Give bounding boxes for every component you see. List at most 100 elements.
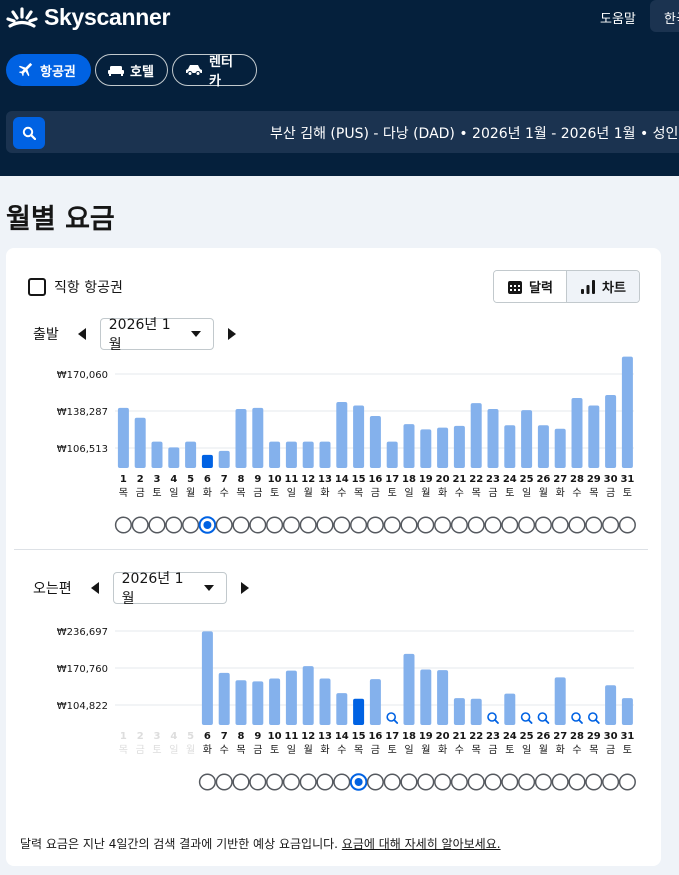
price-bar[interactable] <box>319 441 331 468</box>
outbound-month-select[interactable]: 2026년 1월 <box>99 317 214 353</box>
price-bar[interactable] <box>571 397 583 468</box>
price-bar[interactable] <box>369 679 381 725</box>
price-bar[interactable] <box>168 447 180 468</box>
price-bar[interactable] <box>554 677 566 725</box>
search-price-icon[interactable] <box>386 712 399 724</box>
price-bar[interactable] <box>117 407 129 468</box>
price-bar[interactable] <box>353 698 365 725</box>
day-radio[interactable] <box>232 773 250 791</box>
price-bar[interactable] <box>134 417 146 468</box>
day-radio[interactable] <box>417 773 435 791</box>
price-bar[interactable] <box>621 356 633 468</box>
chart-view-button[interactable]: 차트 <box>566 271 639 302</box>
day-radio[interactable] <box>602 773 620 791</box>
price-bar[interactable] <box>336 693 348 725</box>
price-bar[interactable] <box>252 681 264 725</box>
return-next-month-icon[interactable] <box>240 582 249 594</box>
price-bar[interactable] <box>453 425 465 468</box>
day-radio[interactable] <box>165 516 183 534</box>
day-radio[interactable] <box>383 773 401 791</box>
direct-flights-checkbox[interactable] <box>28 278 46 296</box>
day-radio[interactable] <box>585 773 603 791</box>
return-prev-month-icon[interactable] <box>90 582 99 594</box>
day-radio[interactable] <box>333 516 351 534</box>
day-radio[interactable] <box>467 516 485 534</box>
search-summary-bar[interactable]: 부산 김해 (PUS) - 다낭 (DAD) • 2026년 1월 - 2026… <box>6 111 679 153</box>
price-bar[interactable] <box>201 631 213 725</box>
price-bar[interactable] <box>605 685 617 725</box>
price-bar[interactable] <box>252 407 264 468</box>
search-price-icon[interactable] <box>520 712 533 724</box>
price-bar[interactable] <box>537 425 549 468</box>
day-radio[interactable] <box>484 516 502 534</box>
price-bar[interactable] <box>403 653 415 725</box>
price-bar[interactable] <box>319 678 331 725</box>
calendar-view-button[interactable]: 달력 <box>494 271 566 302</box>
price-bar[interactable] <box>185 441 197 468</box>
search-price-icon[interactable] <box>487 712 499 724</box>
price-bar[interactable] <box>437 427 449 468</box>
day-radio[interactable] <box>249 773 267 791</box>
nav-hotels[interactable]: 호텔 <box>95 54 168 86</box>
price-bar[interactable] <box>336 402 348 468</box>
price-bar[interactable] <box>605 395 617 468</box>
day-radio[interactable] <box>148 516 166 534</box>
search-price-icon[interactable] <box>571 712 583 724</box>
day-radio[interactable] <box>215 773 233 791</box>
day-radio[interactable] <box>266 773 284 791</box>
search-button[interactable] <box>13 117 45 149</box>
fare-info-link[interactable]: 요금에 대해 자세히 알아보세요. <box>342 837 501 851</box>
day-radio[interactable] <box>299 773 317 791</box>
day-radio[interactable] <box>467 773 485 791</box>
search-price-icon[interactable] <box>587 712 600 724</box>
price-bar[interactable] <box>386 441 398 468</box>
outbound-prev-month-icon[interactable] <box>77 328 86 340</box>
day-radio[interactable] <box>350 516 368 534</box>
day-radio[interactable] <box>450 773 468 791</box>
day-radio[interactable] <box>316 773 334 791</box>
day-radio[interactable] <box>215 516 233 534</box>
price-bar[interactable] <box>235 680 247 725</box>
skyscanner-logo[interactable]: Skyscanner <box>6 2 170 32</box>
day-radio[interactable] <box>198 773 216 791</box>
day-radio[interactable] <box>366 516 384 534</box>
price-bar[interactable] <box>302 666 314 725</box>
day-radio[interactable] <box>618 773 636 791</box>
price-bar[interactable] <box>554 428 566 468</box>
nav-flights[interactable]: 항공권 <box>6 54 91 86</box>
day-radio[interactable] <box>131 516 149 534</box>
direct-flights-filter[interactable]: 직항 항공권 <box>28 277 123 297</box>
day-radio[interactable] <box>383 516 401 534</box>
price-bar[interactable] <box>218 672 230 725</box>
price-bar[interactable] <box>504 425 516 468</box>
day-radio[interactable] <box>249 516 267 534</box>
day-radio[interactable] <box>434 516 452 534</box>
price-bar[interactable] <box>403 424 415 468</box>
day-radio[interactable] <box>568 516 586 534</box>
price-bar[interactable] <box>470 698 482 725</box>
day-radio[interactable] <box>518 516 536 534</box>
day-radio[interactable] <box>400 516 418 534</box>
day-radio[interactable] <box>299 516 317 534</box>
day-radio[interactable] <box>534 773 552 791</box>
day-radio[interactable] <box>400 773 418 791</box>
day-radio[interactable] <box>434 773 452 791</box>
day-radio[interactable] <box>266 516 284 534</box>
price-bar[interactable] <box>521 410 533 468</box>
day-radio[interactable] <box>518 773 536 791</box>
outbound-next-month-icon[interactable] <box>227 328 236 340</box>
day-radio[interactable] <box>551 516 569 534</box>
day-radio[interactable] <box>484 773 502 791</box>
day-radio[interactable] <box>282 773 300 791</box>
search-price-icon[interactable] <box>537 712 550 724</box>
language-button[interactable]: 한국 <box>650 0 679 32</box>
day-radio[interactable] <box>551 773 569 791</box>
price-bar[interactable] <box>302 441 314 468</box>
day-radio[interactable] <box>417 516 435 534</box>
day-radio[interactable] <box>114 516 132 534</box>
day-radio[interactable] <box>501 773 519 791</box>
day-radio[interactable] <box>333 773 351 791</box>
price-bar[interactable] <box>285 670 297 725</box>
day-radio[interactable] <box>585 516 603 534</box>
price-bar[interactable] <box>269 678 281 725</box>
